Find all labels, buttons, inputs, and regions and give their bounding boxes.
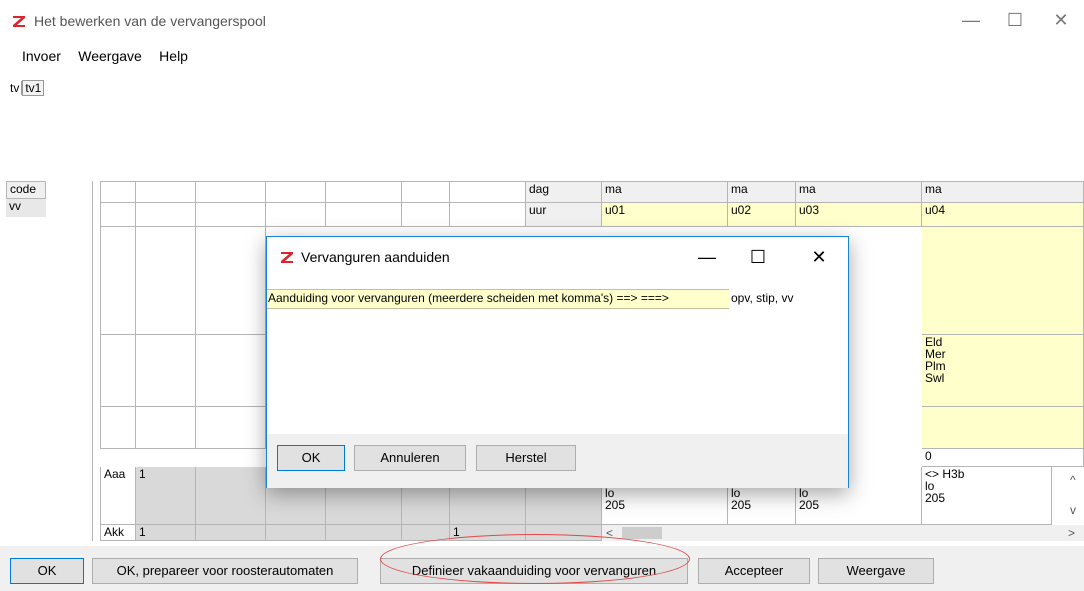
teacher-code: Swl: [925, 371, 945, 385]
mark-substitution-hours-dialog: Vervanguren aanduiden — ☐ ✕ Aanduiding v…: [266, 236, 849, 488]
hour-cell[interactable]: u02: [728, 203, 796, 227]
count-cell[interactable]: 0: [922, 449, 1084, 467]
grid-cell[interactable]: [136, 407, 196, 449]
grid-cell[interactable]: [266, 203, 326, 227]
window-title: Het bewerken van de vervangerspool: [34, 13, 266, 29]
scrollbar-thumb[interactable]: [622, 527, 662, 539]
column-divider: [92, 181, 93, 541]
day-header: ma: [728, 181, 796, 203]
dialog-footer: OK Annuleren Herstel: [267, 434, 848, 488]
lesson-room: 205: [605, 498, 626, 512]
grid-cell[interactable]: [326, 181, 402, 203]
view-button[interactable]: Weergave: [818, 558, 934, 584]
scroll-up-arrow-icon[interactable]: ^: [1070, 473, 1076, 487]
uur-label: uur: [526, 203, 602, 227]
sheet-tabs: tv tv1: [8, 80, 45, 96]
tab-tv1[interactable]: tv1: [22, 80, 45, 96]
grid-cell[interactable]: [196, 203, 266, 227]
grid-cell[interactable]: [100, 203, 136, 227]
grid-cell[interactable]: [922, 227, 1084, 335]
dialog-ok-button[interactable]: OK: [277, 445, 345, 471]
menu-invoer[interactable]: Invoer: [22, 48, 61, 64]
vv-label[interactable]: vv: [6, 199, 46, 217]
accept-button[interactable]: Accepteer: [698, 558, 810, 584]
grid-cell[interactable]: [450, 203, 526, 227]
grid-cell[interactable]: [402, 181, 450, 203]
lesson-room: 205: [925, 491, 946, 505]
app-logo-icon: [279, 249, 295, 265]
teacher-list-cell[interactable]: Eld Mer Plm Swl: [922, 335, 1084, 407]
teacher-code: Plm: [925, 359, 946, 373]
grid-cell[interactable]: [136, 227, 196, 335]
substitution-mark-row: Aanduiding voor vervanguren (meerdere sc…: [267, 287, 848, 309]
hour-cell[interactable]: u03: [796, 203, 922, 227]
grid-cell[interactable]: [196, 467, 266, 525]
grid-cell[interactable]: [266, 525, 326, 541]
grid-cell[interactable]: [326, 525, 402, 541]
dialog-body: Aanduiding voor vervanguren (meerdere sc…: [267, 277, 848, 433]
day-header: ma: [796, 181, 922, 203]
grid-cell[interactable]: [100, 407, 136, 449]
hour-cell[interactable]: u01: [602, 203, 728, 227]
hour-cell[interactable]: u04: [922, 203, 1084, 227]
grid-cell[interactable]: [450, 181, 526, 203]
scroll-right-arrow-icon[interactable]: >: [1068, 526, 1075, 540]
window-titlebar: Het bewerken van de vervangerspool — ☐ ✕: [0, 0, 1084, 44]
grid-cell[interactable]: [196, 407, 266, 449]
ok-prepare-button[interactable]: OK, prepareer voor roosterautomaten: [92, 558, 358, 584]
dag-label: dag: [526, 181, 602, 203]
dialog-reset-button[interactable]: Herstel: [476, 445, 576, 471]
dialog-close-button[interactable]: ✕: [804, 245, 834, 269]
row-name[interactable]: Aaa: [100, 467, 136, 525]
day-header: ma: [602, 181, 728, 203]
menu-weergave[interactable]: Weergave: [78, 48, 142, 64]
dialog-title: Vervanguren aanduiden: [301, 249, 450, 265]
grid-cell[interactable]: [922, 407, 1084, 449]
row-value[interactable]: 1: [136, 467, 196, 525]
menu-bar: Invoer Weergave Help: [0, 48, 188, 70]
day-header: ma: [922, 181, 1084, 203]
row-name[interactable]: Akk: [100, 525, 136, 541]
code-label: code: [6, 181, 46, 199]
grid-cell[interactable]: [100, 227, 136, 335]
maximize-button[interactable]: ☐: [1000, 8, 1030, 32]
grid-cell[interactable]: [196, 227, 266, 335]
grid-cell[interactable]: [402, 203, 450, 227]
lesson-note: <> H3b: [925, 467, 965, 481]
app-logo-icon: [11, 13, 27, 29]
grid-cell[interactable]: [196, 335, 266, 407]
highlight-annotation: [380, 534, 690, 584]
tab-tv[interactable]: tv: [8, 81, 23, 95]
grid-cell[interactable]: [136, 203, 196, 227]
row-value[interactable]: 1: [136, 525, 196, 541]
ok-button[interactable]: OK: [10, 558, 84, 584]
menu-help[interactable]: Help: [159, 48, 188, 64]
dialog-minimize-button[interactable]: —: [692, 245, 722, 269]
grid-cell[interactable]: [266, 181, 326, 203]
close-button[interactable]: ✕: [1046, 8, 1076, 32]
substitution-mark-label: Aanduiding voor vervanguren (meerdere sc…: [267, 289, 729, 309]
grid-cell[interactable]: [100, 335, 136, 407]
lesson-room: 205: [731, 498, 752, 512]
grid-cell[interactable]: [100, 181, 136, 203]
grid-cell[interactable]: [196, 181, 266, 203]
lesson-cell[interactable]: <> H3b lo 205: [922, 467, 1052, 525]
dialog-cancel-button[interactable]: Annuleren: [354, 445, 466, 471]
lesson-room: 205: [799, 498, 820, 512]
grid-cell[interactable]: [196, 525, 266, 541]
grid-cell[interactable]: [136, 335, 196, 407]
teacher-code: Eld: [925, 335, 943, 349]
dialog-maximize-button[interactable]: ☐: [743, 245, 773, 269]
substitution-mark-input[interactable]: opv, stip, vv: [731, 291, 793, 305]
scroll-down-arrow-icon[interactable]: v: [1070, 503, 1076, 517]
horizontal-scrollbar[interactable]: < >: [602, 525, 1084, 541]
grid-cell[interactable]: [326, 203, 402, 227]
teacher-code: Mer: [925, 347, 946, 361]
dialog-titlebar: Vervanguren aanduiden — ☐ ✕: [267, 237, 848, 277]
grid-cell[interactable]: [136, 181, 196, 203]
minimize-button[interactable]: —: [956, 8, 986, 32]
